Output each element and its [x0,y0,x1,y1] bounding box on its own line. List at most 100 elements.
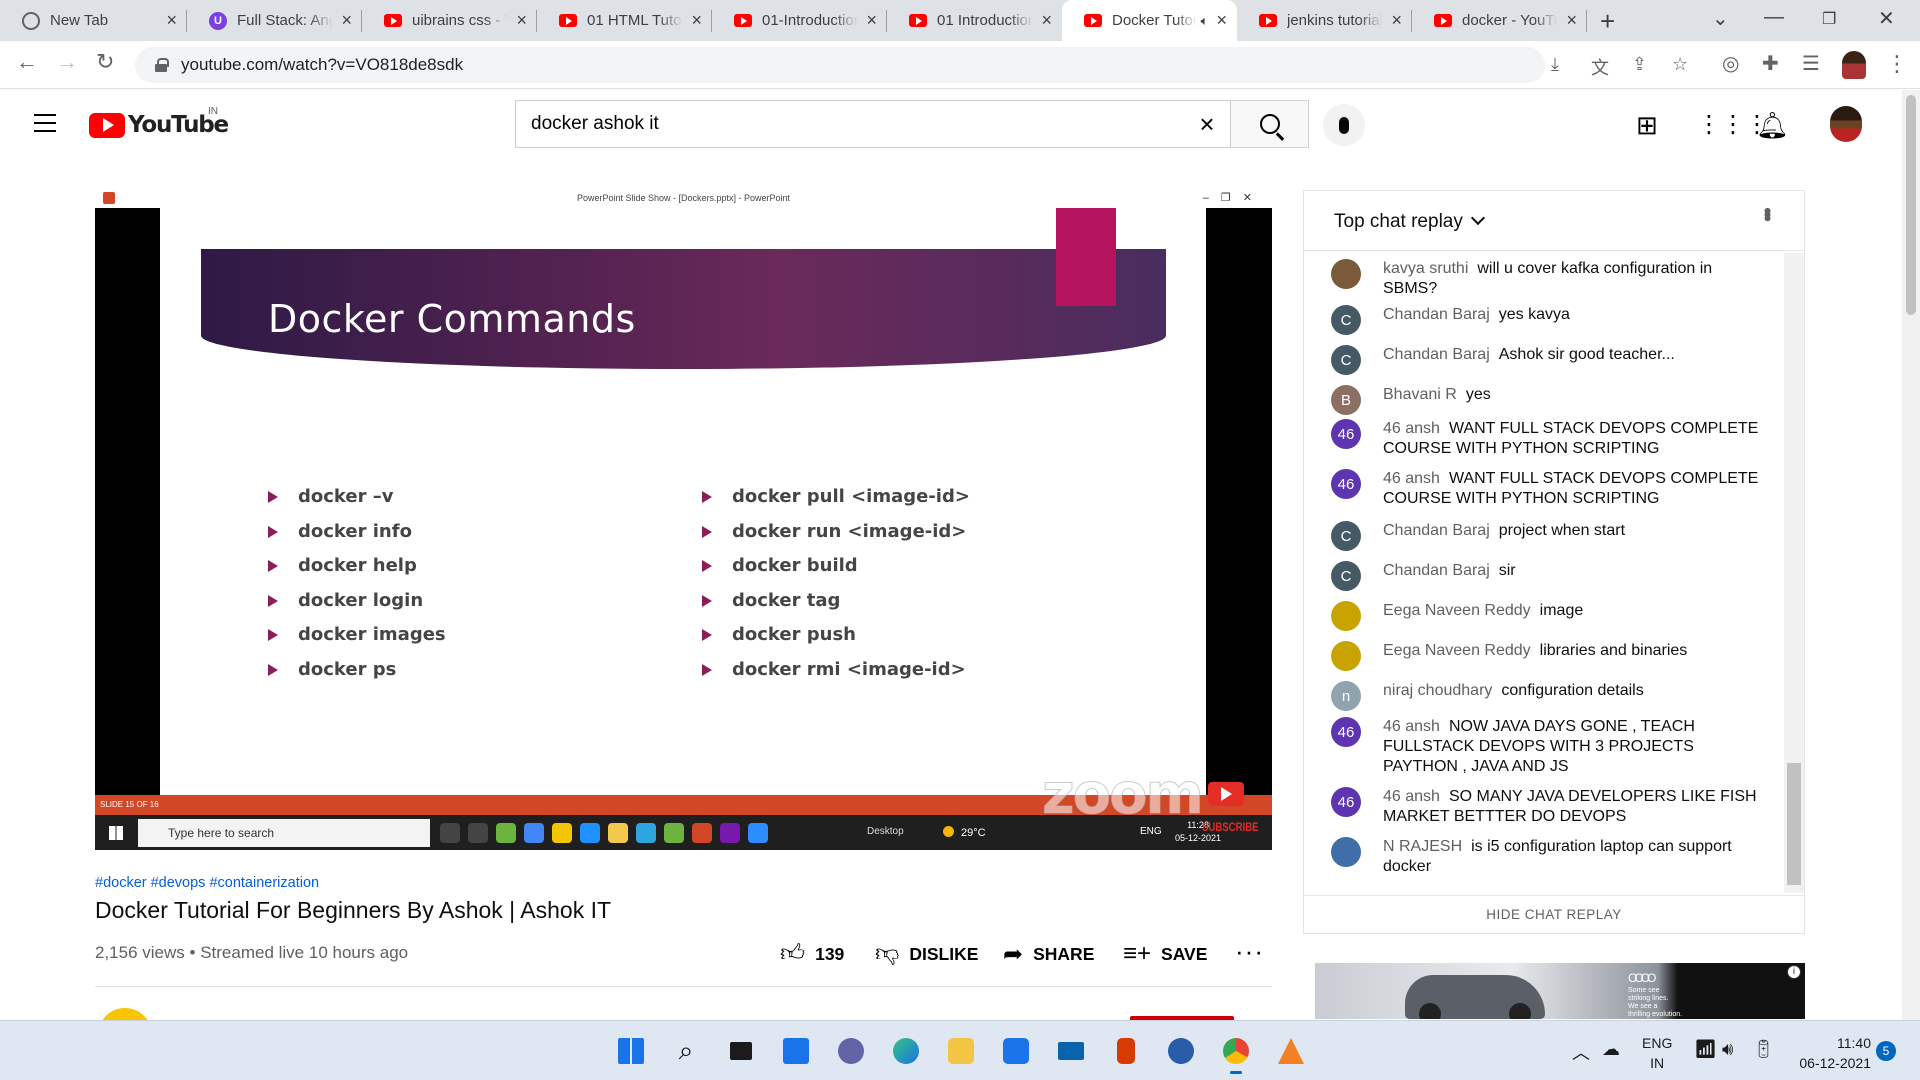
office-button[interactable] [1107,1034,1145,1068]
like-button[interactable]: 👍︎ 139 [780,940,844,968]
video-player[interactable]: PowerPoint Slide Show - [Dockers.pptx] -… [95,188,1272,850]
chat-message[interactable]: C Chandan Baraj Ashok sir good teacher... [1331,345,1761,375]
close-tab-icon[interactable]: × [341,10,352,31]
close-window-button[interactable]: ✕ [1878,6,1895,31]
chat-message[interactable]: N RAJESH is i5 configuration laptop can s… [1331,837,1761,877]
dislike-button[interactable]: 👎︎ DISLIKE [875,940,978,968]
onedrive-icon[interactable]: ☁ [1602,1039,1620,1060]
share-button[interactable]: ➦ SHARE [1003,940,1094,969]
chrome-button[interactable] [1217,1034,1255,1074]
tab-audio-icon[interactable]: 🔈︎ [1201,13,1209,29]
close-tab-icon[interactable]: × [1391,10,1402,31]
task-view-button[interactable] [722,1034,760,1068]
browser-tab[interactable]: uibrains css - YouTube × [362,0,537,41]
back-icon[interactable]: ← [16,49,38,75]
chat-message[interactable]: 46 46 ansh NOW JAVA DAYS GONE , TEACH FULL… [1331,717,1761,777]
browser-tab[interactable]: 01-Introduction × [712,0,887,41]
chat-message[interactable]: B Bhavani R yes [1331,385,1761,415]
restore-button[interactable]: ❐ [1822,9,1836,29]
browser-tab[interactable]: New Tab × [0,0,187,41]
explorer-icon [608,823,628,843]
ad-info-icon[interactable]: i [1787,965,1801,979]
close-tab-icon[interactable]: × [516,10,527,31]
reading-list-icon[interactable]: ☰ [1802,51,1820,76]
minimize-button[interactable]: — [1764,6,1784,29]
mail-button[interactable] [1052,1034,1090,1068]
browser-tab[interactable]: U Full Stack: Angular × [187,0,362,41]
wifi-icon[interactable]: 📶︎ [1694,1039,1717,1060]
chat-message[interactable]: C Chandan Baraj project when start [1331,521,1761,551]
chat-message[interactable]: Eega Naveen Reddy image [1331,601,1761,631]
browser-tab[interactable]: jenkins tutorial × [1237,0,1412,41]
close-tab-icon[interactable]: × [691,10,702,31]
widgets-button[interactable] [777,1034,815,1068]
close-tab-icon[interactable]: × [166,10,177,31]
close-tab-icon[interactable]: × [866,10,877,31]
install-icon[interactable]: ⤓ [1551,54,1559,75]
notification-badge[interactable]: 5 [1876,1041,1896,1061]
browser-tab[interactable]: docker - YouTube × [1412,0,1587,41]
hide-chat-replay-button[interactable]: HIDE CHAT REPLAY [1304,895,1804,933]
browser-tab[interactable]: Docker Tutorial🔈︎ × [1062,0,1237,41]
volume-icon[interactable]: 🔊︎ [1722,1039,1733,1060]
voice-search-button[interactable] [1323,104,1365,146]
chat-message[interactable]: 46 46 ansh WANT FULL STACK DEVOPS COMPLETE… [1331,469,1761,509]
forward-icon[interactable]: → [56,49,78,75]
start-button[interactable] [612,1034,650,1068]
close-tab-icon[interactable]: × [1566,10,1577,31]
tab-search-icon[interactable]: ⌄ [1712,6,1729,31]
sidebar-ad[interactable]: OOOO Some see striking lines. We see a t… [1315,963,1805,1019]
video-hashtags[interactable]: #docker #devops #containerization [95,875,319,891]
bookmark-star-icon[interactable]: ☆ [1672,54,1688,75]
chat-message[interactable]: C Chandan Baraj yes kavya [1331,305,1761,335]
save-button[interactable]: ≡+ SAVE [1123,940,1207,968]
new-tab-button[interactable]: + [1600,6,1615,37]
page-scroll-thumb[interactable] [1906,95,1916,315]
more-actions-icon[interactable]: ··· [1235,936,1264,967]
youtube-logo[interactable]: YouTube IN [89,106,229,138]
profile-avatar[interactable] [1842,51,1866,79]
search-input[interactable]: docker ashok it [531,113,1184,135]
search-box[interactable]: docker ashok it × [515,100,1231,148]
taskbar-search-button[interactable]: ⌕ [667,1034,705,1068]
account-avatar[interactable] [1830,106,1862,142]
input-language[interactable]: ENG IN [1642,1033,1672,1073]
chat-message[interactable]: kavya sruthi will u cover kafka configura… [1331,259,1761,299]
store-button[interactable] [997,1034,1035,1068]
notifications-bell-icon[interactable]: 🔔︎ [1756,110,1789,141]
chat-mode-dropdown[interactable]: Top chat replay [1334,211,1483,233]
guide-menu-icon[interactable] [34,114,56,132]
browser-tab[interactable]: 01 HTML Tutorial × [537,0,712,41]
clear-search-icon[interactable]: × [1184,109,1230,140]
battery-icon[interactable]: 🔋︎ [1752,1039,1775,1060]
file-explorer-button[interactable] [942,1034,980,1068]
close-tab-icon[interactable]: × [1041,10,1052,31]
app-button[interactable] [1162,1034,1200,1068]
reload-icon[interactable]: ↻ [96,49,114,75]
browser-tab[interactable]: 01 Introduction × [887,0,1062,41]
share-icon[interactable]: ⇪ [1632,54,1647,75]
chat-menu-icon[interactable]: ••• [1754,207,1780,218]
vlc-button[interactable] [1272,1034,1310,1068]
chat-message[interactable]: Eega Naveen Reddy libraries and binaries [1331,641,1761,671]
search-button[interactable] [1231,100,1309,148]
page-scrollbar[interactable] [1902,90,1920,1020]
address-bar[interactable]: youtube.com/watch?v=VO818de8sdk [135,47,1545,83]
chat-message[interactable]: 46 46 ansh WANT FULL STACK DEVOPS COMPLETE… [1331,419,1761,459]
translate-icon[interactable]: 文 [1591,54,1609,80]
chat-message[interactable]: 46 46 ansh SO MANY JAVA DEVELOPERS LIKE FI… [1331,787,1761,827]
extensions-puzzle-icon[interactable]: ✚ [1762,51,1779,76]
create-video-icon[interactable]: ⊞ [1636,110,1658,141]
lock-icon[interactable] [155,58,169,72]
system-clock[interactable]: 11:40 06-12-2021 [1795,1033,1871,1073]
show-hidden-icons[interactable]: ︿ [1572,1039,1590,1065]
edge-button[interactable] [887,1034,925,1068]
browser-menu-icon[interactable]: ⋮ [1886,51,1908,77]
chat-scrollbar[interactable] [1784,253,1804,893]
teams-chat-button[interactable] [832,1034,870,1068]
extension-icon[interactable]: ◎ [1722,51,1739,76]
close-tab-icon[interactable]: × [1216,10,1227,31]
chat-message[interactable]: C Chandan Baraj sir [1331,561,1761,591]
chat-message[interactable]: n niraj choudhary configuration details [1331,681,1761,711]
chat-scroll-thumb[interactable] [1787,763,1801,885]
